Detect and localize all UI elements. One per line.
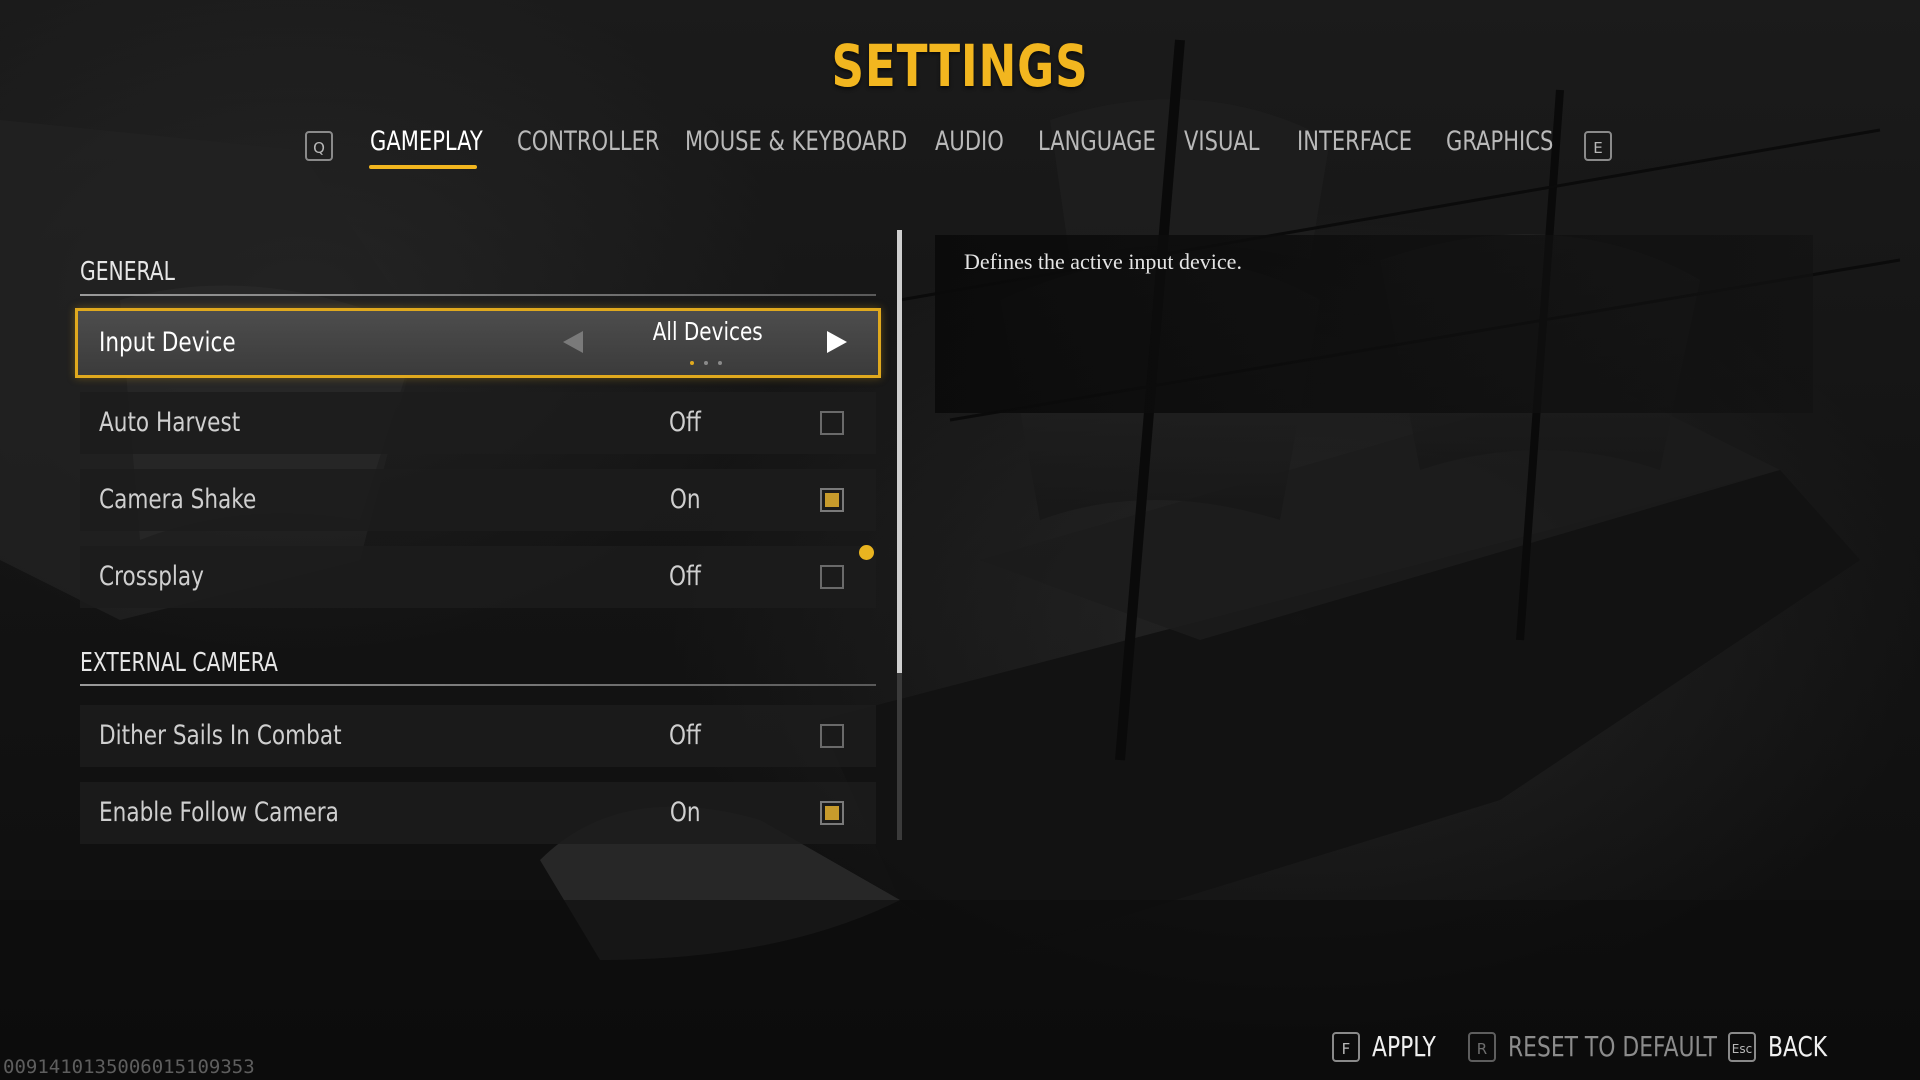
- setting-label: Auto Harvest: [99, 407, 241, 438]
- setting-label: Dither Sails In Combat: [99, 720, 342, 751]
- setting-label: Input Device: [99, 327, 236, 358]
- next-tab-key-hint[interactable]: E: [1584, 131, 1612, 161]
- scrollbar-thumb[interactable]: [897, 230, 902, 673]
- reset-key-hint: R: [1468, 1032, 1496, 1062]
- option-page-indicator: [690, 361, 730, 365]
- option-value: All Devices: [653, 317, 763, 346]
- apply-key-hint: F: [1332, 1032, 1360, 1062]
- tab-gameplay[interactable]: GAMEPLAY: [370, 124, 515, 168]
- tab-visual[interactable]: VISUAL: [1184, 124, 1281, 168]
- option-dot-active: [690, 361, 694, 365]
- setting-row-crossplay[interactable]: Crossplay Off: [80, 546, 876, 608]
- dither-sails-checkbox[interactable]: [820, 724, 844, 748]
- follow-camera-checkbox[interactable]: [820, 801, 844, 825]
- setting-value: On: [669, 484, 701, 515]
- description-text: Defines the active input device.: [964, 249, 1242, 274]
- camera-shake-checkbox[interactable]: [820, 488, 844, 512]
- back-key-hint: Esc: [1728, 1032, 1756, 1062]
- build-id-text: 0091410135006015109353: [3, 1056, 255, 1078]
- setting-label: Crossplay: [99, 561, 204, 592]
- option-dot: [704, 361, 708, 365]
- tab-interface[interactable]: INTERFACE: [1297, 124, 1444, 168]
- setting-row-camera-shake[interactable]: Camera Shake On: [80, 469, 876, 531]
- settings-screen: SETTINGS Q GAMEPLAY CONTROLLER MOUSE & K…: [0, 0, 1920, 1080]
- section-header-general: GENERAL: [80, 257, 175, 287]
- setting-value: On: [669, 797, 701, 828]
- auto-harvest-checkbox[interactable]: [820, 411, 844, 435]
- tab-language[interactable]: LANGUAGE: [1038, 124, 1189, 168]
- tab-bar: Q GAMEPLAY CONTROLLER MOUSE & KEYBOARD A…: [0, 124, 1920, 174]
- option-prev-arrow-icon[interactable]: [563, 331, 583, 353]
- apply-label: APPLY: [1372, 1030, 1436, 1063]
- option-next-arrow-icon[interactable]: [827, 331, 847, 353]
- tab-audio[interactable]: AUDIO: [935, 124, 1023, 168]
- setting-label: Camera Shake: [99, 484, 257, 515]
- setting-value: Off: [669, 561, 701, 592]
- section-divider: [80, 684, 876, 686]
- page-title: SETTINGS: [831, 32, 1089, 100]
- tab-graphics[interactable]: GRAPHICS: [1446, 124, 1584, 168]
- active-tab-indicator: [369, 165, 477, 169]
- setting-row-auto-harvest[interactable]: Auto Harvest Off: [80, 392, 876, 454]
- section-header-external-camera: EXTERNAL CAMERA: [80, 648, 278, 678]
- tab-mouse-keyboard[interactable]: MOUSE & KEYBOARD: [685, 124, 970, 168]
- setting-value: Off: [669, 407, 701, 438]
- cursor-dot-icon: [859, 545, 874, 560]
- crossplay-checkbox[interactable]: [820, 565, 844, 589]
- option-dot: [718, 361, 722, 365]
- setting-row-input-device[interactable]: Input Device All Devices: [75, 308, 881, 378]
- setting-value: Off: [669, 720, 701, 751]
- section-divider: [80, 294, 876, 296]
- tab-controller[interactable]: CONTROLLER: [517, 124, 700, 168]
- setting-row-dither-sails[interactable]: Dither Sails In Combat Off: [80, 705, 876, 767]
- setting-label: Enable Follow Camera: [99, 797, 339, 828]
- prev-tab-key-hint[interactable]: Q: [305, 131, 333, 161]
- description-panel: Defines the active input device.: [935, 235, 1813, 413]
- setting-row-follow-camera[interactable]: Enable Follow Camera On: [80, 782, 876, 844]
- back-label: BACK: [1768, 1030, 1828, 1063]
